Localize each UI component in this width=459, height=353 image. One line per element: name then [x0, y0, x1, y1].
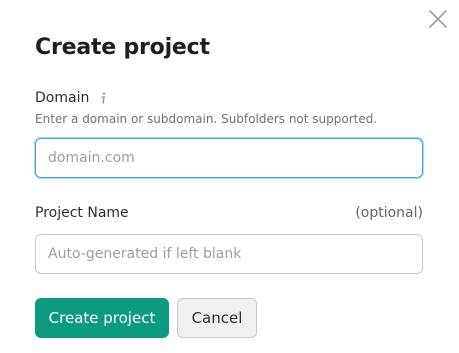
info-icon[interactable] — [97, 91, 109, 105]
create-project-button[interactable]: Create project — [35, 298, 169, 338]
domain-input[interactable] — [35, 138, 423, 178]
domain-label: Domain — [35, 90, 90, 106]
close-icon[interactable] — [426, 7, 450, 31]
create-project-dialog: Create project Domain Enter a domain or … — [0, 0, 459, 353]
project-name-label-row: Project Name (optional) — [35, 205, 423, 221]
domain-label-row: Domain — [35, 90, 109, 106]
project-name-input[interactable] — [35, 234, 423, 274]
domain-hint: Enter a domain or subdomain. Subfolders … — [35, 112, 378, 126]
project-name-label: Project Name — [35, 205, 129, 221]
optional-label: (optional) — [355, 205, 423, 221]
cancel-button[interactable]: Cancel — [177, 298, 257, 338]
dialog-title: Create project — [35, 35, 210, 60]
